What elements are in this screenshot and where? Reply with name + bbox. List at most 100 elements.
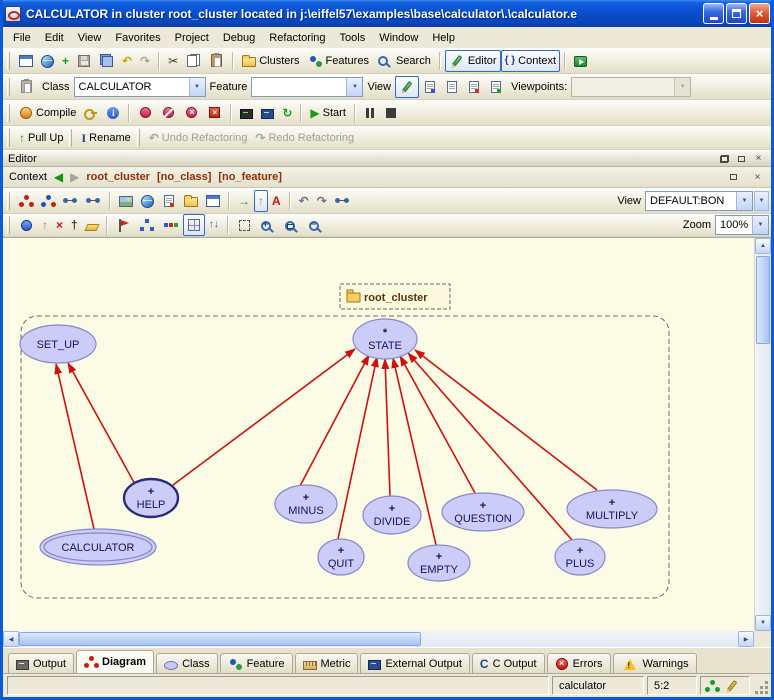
context-cluster[interactable]: root_cluster bbox=[86, 171, 150, 183]
reset-layout-button[interactable] bbox=[112, 214, 135, 236]
cluster-tag[interactable]: root_cluster bbox=[340, 284, 450, 309]
project-info-button[interactable]: i bbox=[102, 102, 124, 124]
context-maximize-button[interactable] bbox=[726, 171, 741, 184]
redo-refactoring-button[interactable]: ↷Redo Refactoring bbox=[251, 127, 358, 149]
inheritance-link[interactable] bbox=[56, 364, 94, 529]
context-back-icon[interactable]: ◀ bbox=[54, 171, 63, 183]
toolbar-grip[interactable] bbox=[7, 129, 10, 147]
context-close-button[interactable]: × bbox=[750, 171, 765, 184]
put-class-button[interactable]: → bbox=[234, 190, 254, 212]
new-window-button[interactable] bbox=[15, 50, 37, 72]
sort-classes-button[interactable]: ↑↓ bbox=[205, 214, 223, 236]
zoom-fit-button[interactable] bbox=[280, 214, 304, 236]
class-bubble-tool-button[interactable] bbox=[15, 214, 38, 236]
diagram-view-combobox[interactable]: DEFAULT:BON ▼ bbox=[645, 191, 753, 211]
scroll-left-button[interactable]: ◀ bbox=[3, 631, 19, 647]
undo-button[interactable]: ↶ bbox=[118, 50, 136, 72]
zoom-in-button[interactable] bbox=[256, 214, 280, 236]
hscroll-thumb[interactable] bbox=[19, 632, 421, 646]
inheritance-link[interactable] bbox=[415, 350, 597, 490]
scroll-right-button[interactable]: ▶ bbox=[738, 631, 754, 647]
text-label-button[interactable]: A bbox=[268, 190, 285, 212]
diagram-undo-button[interactable]: ↶ bbox=[295, 190, 313, 212]
toolbar-grip[interactable] bbox=[7, 52, 10, 70]
add-item-button[interactable]: + bbox=[58, 50, 73, 72]
diagram-view-arrow-icon[interactable]: ▼ bbox=[736, 192, 752, 210]
diagram-redo-button[interactable]: ↷ bbox=[313, 190, 331, 212]
toolbar-grip[interactable] bbox=[7, 104, 10, 122]
new-cluster-button[interactable] bbox=[180, 190, 202, 212]
output-console-button[interactable] bbox=[257, 102, 278, 124]
external-commands-button[interactable] bbox=[570, 50, 591, 72]
export-document-button[interactable] bbox=[158, 190, 180, 212]
tab-metric[interactable]: Metric bbox=[295, 653, 359, 673]
refresh-button[interactable]: ↻ bbox=[278, 102, 296, 124]
menu-favorites[interactable]: Favorites bbox=[108, 29, 167, 47]
zoom-arrow-icon[interactable]: ▼ bbox=[752, 216, 768, 234]
vscroll-track[interactable] bbox=[755, 254, 771, 615]
crop-button[interactable] bbox=[233, 214, 256, 236]
resize-grip[interactable] bbox=[753, 676, 769, 695]
cluster-relations-button[interactable] bbox=[37, 190, 59, 212]
freeze-button[interactable] bbox=[80, 102, 102, 124]
client-supplier-links-button[interactable] bbox=[59, 190, 82, 212]
redo-button[interactable]: ↷ bbox=[136, 50, 154, 72]
new-view-button[interactable] bbox=[202, 190, 224, 212]
class-node-state[interactable]: *STATE bbox=[353, 319, 417, 359]
menu-refactoring[interactable]: Refactoring bbox=[262, 29, 332, 47]
context-forward-icon[interactable]: ▶ bbox=[70, 171, 79, 183]
rename-button[interactable]: IRename bbox=[77, 127, 134, 149]
copy-button[interactable] bbox=[182, 50, 205, 72]
export-web-button[interactable] bbox=[137, 190, 158, 212]
menu-edit[interactable]: Edit bbox=[38, 29, 71, 47]
zoom-out-button[interactable] bbox=[304, 214, 328, 236]
inheritance-link[interactable] bbox=[400, 356, 475, 493]
tab-c-output[interactable]: CC Output bbox=[472, 653, 545, 673]
inheritance-link[interactable] bbox=[300, 355, 369, 486]
scroll-down-button[interactable]: ▼ bbox=[755, 615, 771, 631]
link-tool-button[interactable] bbox=[331, 190, 354, 212]
feature-combobox[interactable]: ▼ bbox=[251, 77, 363, 97]
class-node-set_up[interactable]: SET_UP bbox=[20, 325, 96, 363]
layout-horizontal-button[interactable] bbox=[159, 214, 183, 236]
viewpoints-combobox[interactable]: ▼ bbox=[571, 77, 691, 97]
disable-breakpoints-button[interactable] bbox=[157, 102, 180, 124]
interface-view-button[interactable] bbox=[485, 76, 507, 98]
stop-button[interactable] bbox=[380, 102, 402, 124]
viewpoints-combo-arrow-icon[interactable]: ▼ bbox=[674, 78, 690, 96]
editor-maximize-button[interactable] bbox=[734, 152, 749, 165]
toggle-grid-button[interactable] bbox=[183, 214, 205, 236]
inheritance-mode-button[interactable]: ↑ bbox=[254, 190, 268, 212]
clusters-button[interactable]: Clusters bbox=[238, 50, 303, 72]
tab-diagram[interactable]: Diagram bbox=[76, 650, 154, 673]
context-no-feature[interactable]: [no_feature] bbox=[218, 171, 282, 183]
class-node-question[interactable]: +QUESTION bbox=[442, 493, 524, 531]
hscroll-track[interactable] bbox=[19, 631, 738, 647]
diagram-hscrollbar[interactable]: ◀ ▶ bbox=[3, 631, 771, 647]
editor-toggle-button[interactable]: Editor bbox=[445, 50, 501, 72]
toolbar-grip[interactable] bbox=[7, 216, 10, 234]
eraser-tool-button[interactable] bbox=[82, 214, 102, 236]
clear-breakpoints-button[interactable]: × bbox=[203, 102, 226, 124]
toolbar-grip[interactable] bbox=[137, 129, 140, 147]
flat-view-button[interactable] bbox=[441, 76, 463, 98]
view-list-button[interactable]: ▼ bbox=[754, 191, 769, 211]
tab-feature[interactable]: Feature bbox=[220, 653, 293, 673]
paste-button[interactable] bbox=[205, 50, 228, 72]
class-node-help[interactable]: +HELP bbox=[124, 479, 178, 517]
undo-refactoring-button[interactable]: ↶Undo Refactoring bbox=[145, 127, 252, 149]
pause-button[interactable] bbox=[360, 102, 380, 124]
compile-button[interactable]: Compile bbox=[15, 102, 80, 124]
menu-project[interactable]: Project bbox=[168, 29, 216, 47]
class-node-empty[interactable]: +EMPTY bbox=[408, 545, 470, 581]
pick-and-drop-button[interactable] bbox=[15, 76, 38, 98]
start-button[interactable]: ▶Start bbox=[306, 102, 349, 124]
zoom-value[interactable]: 100% bbox=[716, 219, 752, 231]
menu-help[interactable]: Help bbox=[425, 29, 462, 47]
remove-breakpoints-button[interactable] bbox=[180, 102, 203, 124]
class-combo-value[interactable]: CALCULATOR bbox=[75, 81, 189, 93]
zoom-combobox[interactable]: 100% ▼ bbox=[715, 215, 769, 235]
inheritance-link[interactable] bbox=[68, 363, 136, 486]
inheritance-link[interactable] bbox=[173, 349, 355, 485]
enable-breakpoints-button[interactable] bbox=[134, 102, 157, 124]
